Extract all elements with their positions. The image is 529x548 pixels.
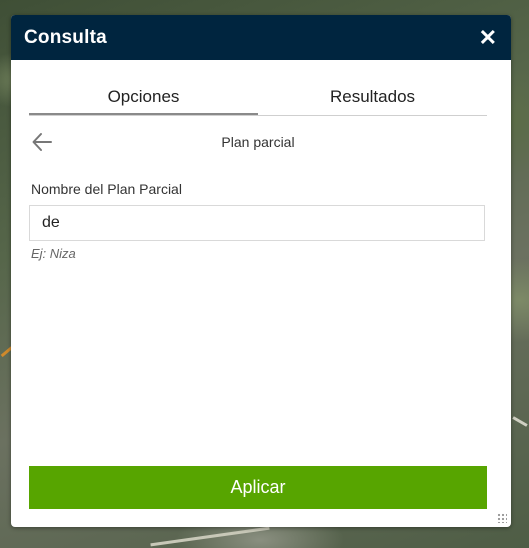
tab-resultados[interactable]: Resultados	[258, 83, 487, 115]
resize-handle-icon[interactable]	[497, 513, 507, 523]
tab-bar: Opciones Resultados	[29, 83, 487, 116]
close-icon[interactable]: ✕	[479, 26, 497, 49]
apply-button[interactable]: Aplicar	[29, 466, 487, 509]
field-hint: Ej: Niza	[31, 246, 76, 261]
field-label: Nombre del Plan Parcial	[31, 181, 182, 197]
subheader-title: Plan parcial	[221, 134, 295, 150]
map-road	[150, 526, 270, 547]
plan-parcial-name-input[interactable]	[29, 205, 485, 241]
subheader: Plan parcial	[29, 129, 487, 155]
map-road	[512, 416, 528, 427]
panel-titlebar[interactable]: Consulta ✕	[11, 15, 511, 60]
panel-title: Consulta	[24, 26, 107, 48]
query-panel: Consulta ✕ Opciones Resultados Plan parc…	[11, 15, 511, 527]
tab-opciones[interactable]: Opciones	[29, 83, 258, 115]
